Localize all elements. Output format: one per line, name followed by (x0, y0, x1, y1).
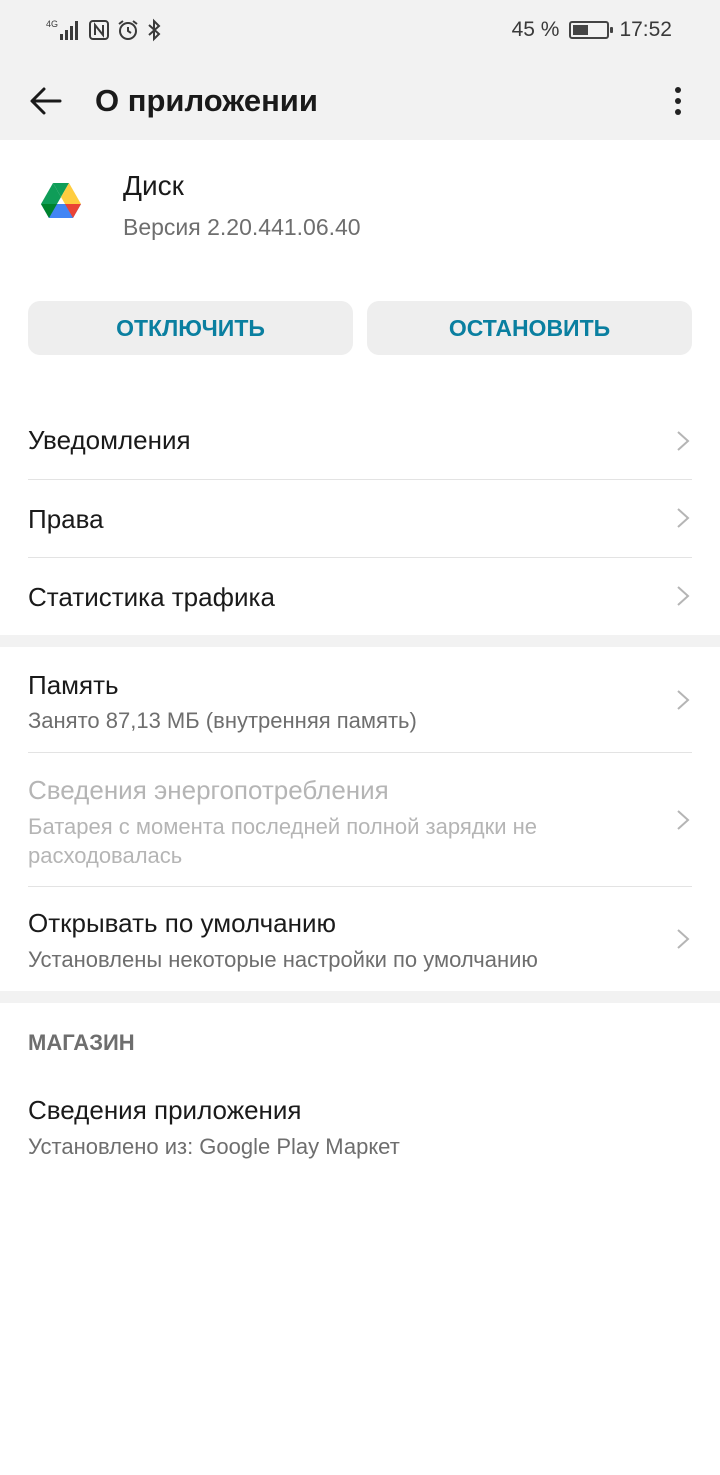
app-details-subtitle: Установлено из: Google Play Маркет (28, 1134, 400, 1159)
notifications-label: Уведомления (28, 425, 191, 455)
storage-item[interactable]: Память Занято 87,13 МБ (внутренняя памят… (0, 647, 720, 752)
battery-usage-title: Сведения энергопотребления (28, 775, 389, 805)
battery-percent: 45 % (511, 18, 560, 41)
bluetooth-icon (148, 18, 161, 42)
section-gap (0, 991, 720, 1003)
notifications-item[interactable]: Уведомления (0, 402, 720, 480)
traffic-stats-label: Статистика трафика (28, 582, 275, 612)
traffic-stats-item[interactable]: Статистика трафика (0, 558, 720, 635)
app-name: Диск (123, 170, 184, 201)
app-details-title: Сведения приложения (28, 1095, 302, 1125)
battery-level-fill (573, 25, 588, 35)
more-vert-icon-dot (675, 98, 681, 104)
more-options-button[interactable] (656, 79, 700, 123)
chevron-right-icon (677, 810, 690, 830)
status-bar: 4G 45 % 17:52 (0, 0, 720, 62)
app-details-item[interactable]: Сведения приложения Установлено из: Goog… (0, 1075, 720, 1175)
app-bar: О приложении (0, 62, 720, 140)
chevron-right-icon (677, 431, 690, 451)
battery-usage-item[interactable]: Сведения энергопотребления Батарея с мом… (0, 753, 720, 886)
back-button[interactable] (24, 79, 68, 123)
chevron-right-icon (677, 690, 690, 710)
more-vert-icon (675, 87, 681, 93)
open-by-default-subtitle: Установлены некоторые настройки по умолч… (28, 947, 538, 972)
page-title: О приложении (95, 83, 318, 118)
back-arrow-icon (30, 87, 62, 115)
google-drive-icon (41, 183, 81, 218)
storage-subtitle: Занято 87,13 МБ (внутренняя память) (28, 708, 417, 733)
nfc-icon (89, 20, 109, 40)
storage-title: Память (28, 670, 119, 700)
section-gap (0, 635, 720, 647)
status-icons-right: 45 % 17:52 (512, 16, 672, 44)
battery-icon (569, 21, 614, 39)
store-section-label: МАГАЗИН (28, 1030, 135, 1055)
disable-button[interactable]: ОТКЛЮЧИТЬ (28, 301, 353, 355)
permissions-item[interactable]: Права (0, 480, 720, 557)
battery-usage-subtitle: Батарея с момента последней полной заряд… (28, 814, 538, 868)
signal-icon: 4G (46, 19, 78, 40)
chevron-right-icon (677, 586, 690, 606)
alarm-icon (118, 20, 138, 40)
app-version: Версия 2.20.441.06.40 (123, 214, 361, 240)
status-icons-left: 4G (46, 16, 162, 44)
network-type-label: 4G (46, 19, 58, 29)
clock: 17:52 (619, 18, 672, 41)
chevron-right-icon (677, 508, 690, 528)
open-by-default-item[interactable]: Открывать по умолчанию Установлены некот… (0, 887, 720, 991)
more-vert-icon-dot (675, 109, 681, 115)
permissions-label: Права (28, 504, 104, 534)
app-header: Диск Версия 2.20.441.06.40 (0, 160, 720, 260)
chevron-right-icon (677, 929, 690, 949)
open-by-default-title: Открывать по умолчанию (28, 908, 336, 938)
force-stop-button[interactable]: ОСТАНОВИТЬ (367, 301, 692, 355)
